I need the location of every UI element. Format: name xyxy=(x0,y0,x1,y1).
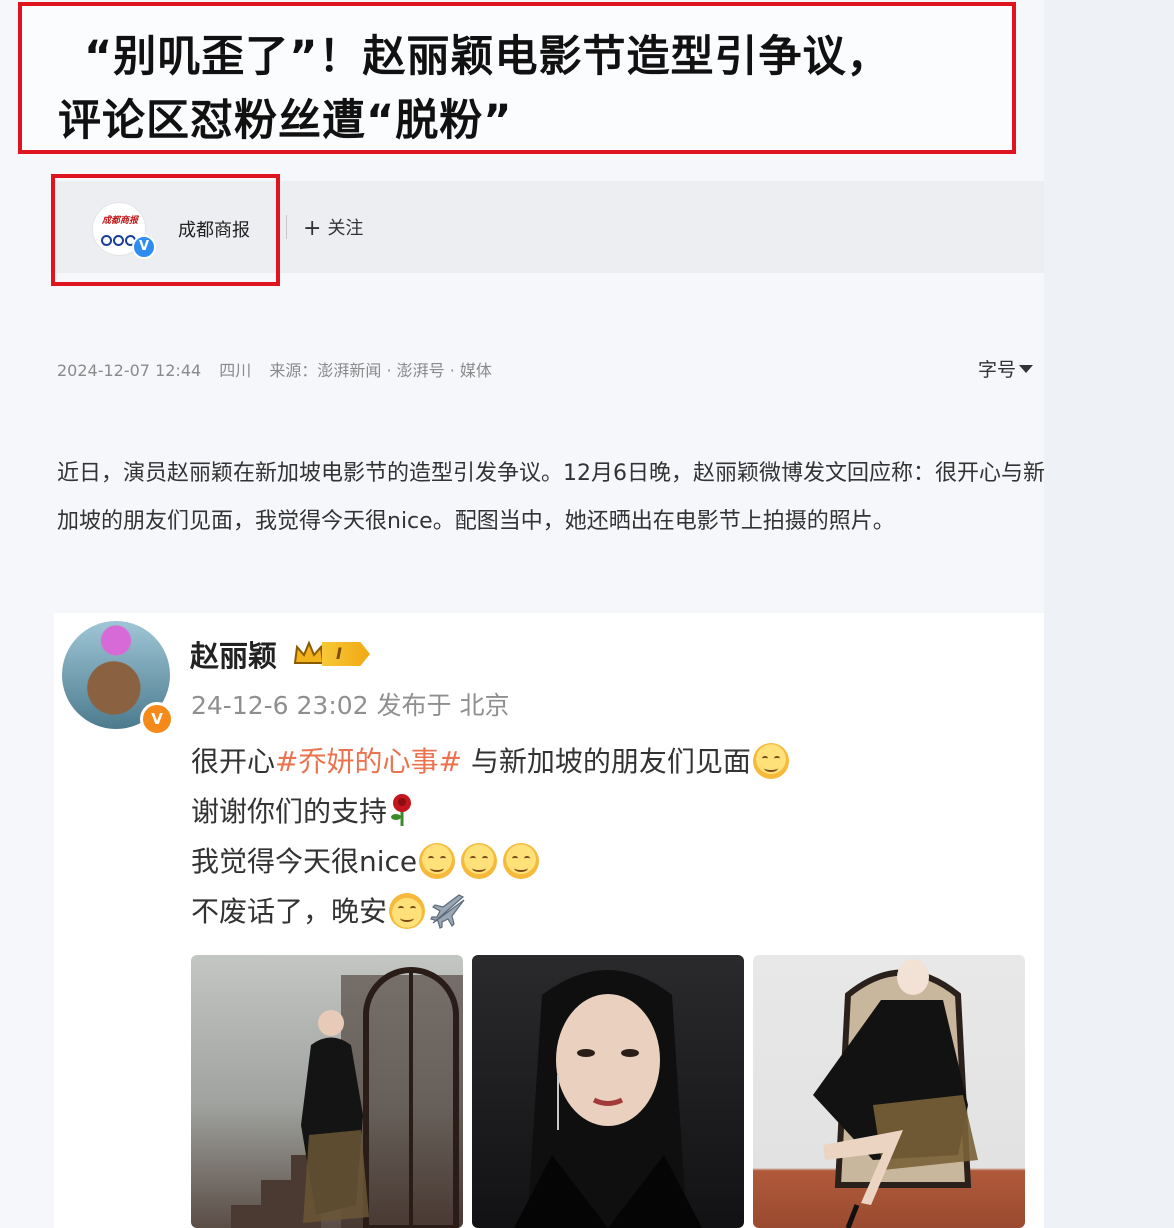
post-line-2-text: 谢谢你们的支持 xyxy=(191,795,388,828)
post-line-3-text: 我觉得今天很nice xyxy=(191,845,418,878)
follow-label: 关注 xyxy=(327,218,364,239)
weibo-username[interactable]: 赵丽颖 xyxy=(190,633,277,675)
plus-icon: + xyxy=(303,216,322,241)
font-size-label: 字号 xyxy=(978,359,1017,381)
post-line-1: 很开心#乔妍的心事# 与新加坡的朋友们见面 xyxy=(191,740,789,780)
headline-highlight-box: “别叽歪了”！赵丽颖电影节造型引争议， 评论区怼粉丝遭“脱粉” xyxy=(18,2,1016,154)
post-line-4: 不废话了，晚安 xyxy=(191,890,467,930)
face-blowing-kiss-icon xyxy=(752,743,789,779)
smile-icon xyxy=(503,843,540,879)
font-size-dropdown[interactable]: 字号 xyxy=(978,355,1034,382)
post-photo-2[interactable] xyxy=(472,955,744,1228)
post-line-1-suffix: 与新加坡的朋友们见面 xyxy=(461,745,751,778)
headline-line-1: “别叽歪了”！赵丽颖电影节造型引争议， xyxy=(84,32,891,82)
post-photo-1[interactable] xyxy=(191,955,463,1228)
caret-down-icon xyxy=(1019,365,1034,373)
partying-face-icon xyxy=(389,893,426,929)
headline-line-2: 评论区怼粉丝遭“脱粉” xyxy=(58,96,513,146)
publish-datetime: 2024-12-07 12:44 xyxy=(57,361,202,380)
airplane-icon xyxy=(430,894,465,929)
source: 来源：澎湃新闻 · 澎湃号 · 媒体 xyxy=(269,361,492,380)
article-paragraph: 近日，演员赵丽颖在新加坡电影节的造型引发争议。12月6日晚，赵丽颖微博发文回应称… xyxy=(57,461,1045,534)
region: 四川 xyxy=(219,361,252,380)
hashtag-link[interactable]: #乔妍的心事# xyxy=(275,745,462,778)
level-badge: I xyxy=(322,642,370,666)
rose-icon xyxy=(391,794,412,826)
staircase-portrait-figure xyxy=(231,967,463,1228)
post-photo-3[interactable] xyxy=(753,955,1025,1228)
post-line-4-text: 不废话了，晚安 xyxy=(191,895,388,928)
account-divider xyxy=(286,215,287,239)
article-meta: 2024-12-07 12:44 四川 来源：澎湃新闻 · 澎湃号 · 媒体 xyxy=(57,357,505,381)
smile-icon xyxy=(419,843,456,879)
closeup-portrait-figure xyxy=(514,970,702,1228)
post-line-1-prefix: 很开心 xyxy=(191,745,276,778)
post-line-3: 我觉得今天很nice xyxy=(191,840,540,880)
crown-icon xyxy=(293,640,325,664)
post-time-location: 24-12-6 23:02 发布于 北京 xyxy=(191,691,510,720)
post-line-2: 谢谢你们的支持 xyxy=(191,790,417,830)
smile-icon xyxy=(461,843,498,879)
follow-button[interactable]: + 关注 xyxy=(303,214,364,241)
page-side-gutter xyxy=(1044,0,1174,1228)
account-highlight-box xyxy=(51,174,280,286)
verified-v-icon: V xyxy=(140,702,174,736)
seated-portrait-figure xyxy=(813,959,978,1228)
